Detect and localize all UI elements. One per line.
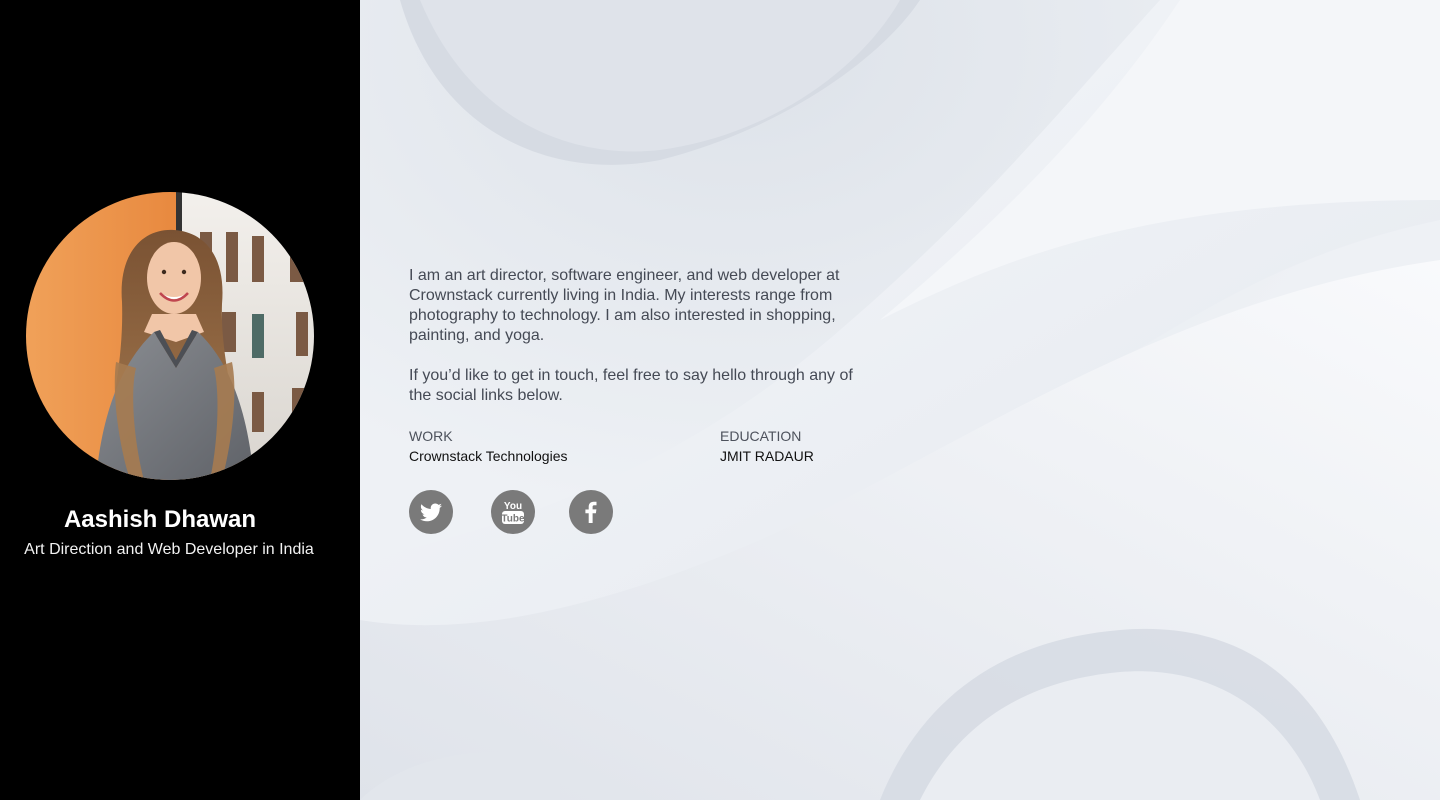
svg-text:You: You <box>504 501 522 512</box>
bio-paragraph: If you’d like to get in touch, feel free… <box>409 367 853 404</box>
about-section: I am an art director, software engineer,… <box>409 266 879 534</box>
profile-sidebar: Aashish Dhawan Art Direction and Web Dev… <box>0 0 360 800</box>
main-content: I am an art director, software engineer,… <box>360 0 1440 800</box>
bio: I am an art director, software engineer,… <box>409 266 879 406</box>
profile-name: Aashish Dhawan <box>63 506 257 533</box>
profile-tagline: Art Direction and Web Developer in India <box>24 541 314 558</box>
work-education: WORK Crownstack Technologies EDUCATION J… <box>409 426 879 466</box>
bio-paragraph: I am an art director, software engineer,… <box>409 267 840 344</box>
svg-text:Tube: Tube <box>501 514 525 525</box>
education-info: EDUCATION JMIT RADAUR <box>720 426 814 466</box>
twitter-icon <box>420 503 442 522</box>
youtube-link[interactable]: You Tube <box>491 490 535 534</box>
work-value: Crownstack Technologies <box>409 448 568 464</box>
facebook-icon <box>585 501 597 523</box>
education-value: JMIT RADAUR <box>720 448 814 464</box>
youtube-icon: You Tube <box>501 501 525 525</box>
twitter-link[interactable] <box>409 490 453 534</box>
avatar <box>26 192 314 480</box>
work-label: WORK <box>409 428 453 444</box>
education-label: EDUCATION <box>720 428 802 444</box>
facebook-link[interactable] <box>569 490 613 534</box>
social-links: You Tube <box>409 490 879 534</box>
work-info: WORK Crownstack Technologies <box>409 426 568 466</box>
